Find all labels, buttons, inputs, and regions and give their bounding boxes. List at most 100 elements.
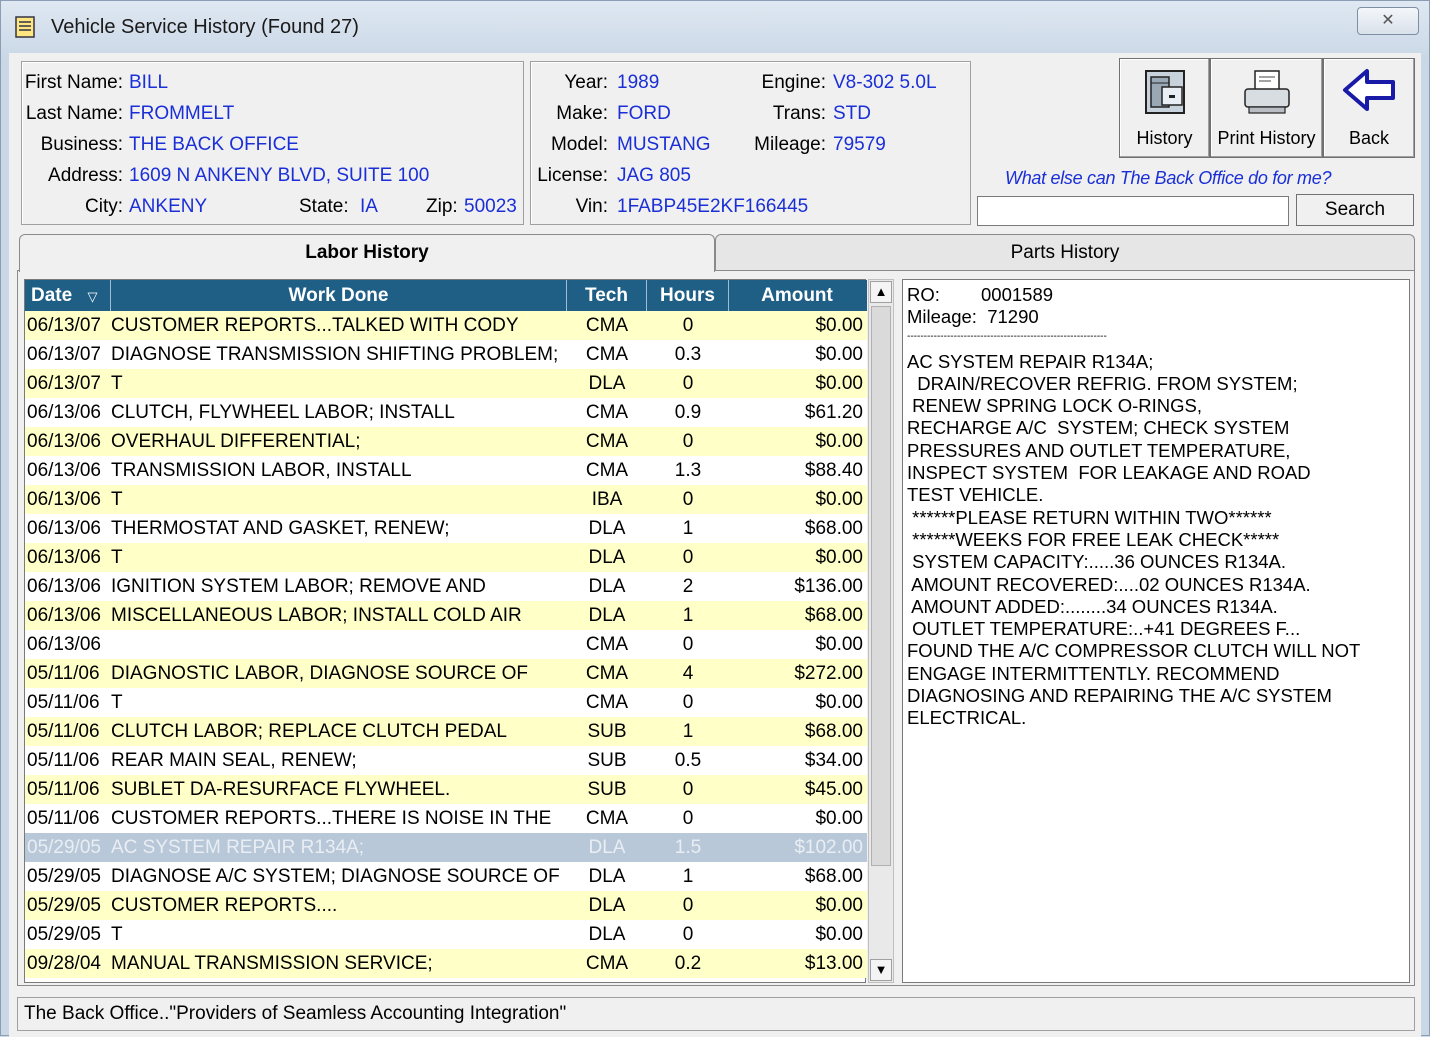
column-header-hours[interactable]: Hours xyxy=(647,280,729,311)
table-row[interactable]: 06/13/06 CLUTCH, FLYWHEEL LABOR; INSTALL C… xyxy=(25,398,867,427)
search-button[interactable]: Search xyxy=(1296,194,1414,226)
zip-value: 50023 xyxy=(464,196,517,217)
amount-cell: $0.00 xyxy=(815,431,863,452)
table-row[interactable]: 05/29/05 DIAGNOSE A/C SYSTEM; DIAGNOSE SO… xyxy=(25,862,867,891)
engine-value: V8-302 5.0L xyxy=(833,72,937,93)
zip-label: Zip: xyxy=(426,196,458,217)
table-row[interactable]: 05/11/06 T CMA 0 $0.00 xyxy=(25,688,867,717)
help-tagline-link[interactable]: What else can The Back Office do for me? xyxy=(1005,168,1331,189)
date-cell: 06/13/07 xyxy=(27,344,101,365)
table-row[interactable]: 06/13/06 T IBA 0 $0.00 xyxy=(25,485,867,514)
column-header-work-done[interactable]: Work Done xyxy=(111,280,567,311)
tech-cell: CMA xyxy=(585,402,629,423)
engine-label: Engine: xyxy=(761,72,826,93)
first-name-label: First Name: xyxy=(24,72,123,93)
table-row[interactable]: 09/28/04 MANUAL TRANSMISSION SERVICE; CMA… xyxy=(25,949,867,978)
table-row[interactable]: 06/13/06 TRANSMISSION LABOR, INSTALL CMA 1.… xyxy=(25,456,867,485)
table-row[interactable]: 05/29/05 AC SYSTEM REPAIR R134A; DLA 1.5 $10… xyxy=(25,833,867,862)
year-value: 1989 xyxy=(617,72,660,93)
table-row[interactable]: 05/11/06 DIAGNOSTIC LABOR, DIAGNOSE SOURC… xyxy=(25,659,867,688)
search-input[interactable] xyxy=(977,196,1289,226)
date-cell: 06/13/07 xyxy=(27,373,101,394)
hours-cell: 0 xyxy=(682,547,694,568)
tech-cell: CMA xyxy=(585,344,629,365)
date-header-label: Date xyxy=(31,285,73,306)
trans-label: Trans: xyxy=(772,103,826,124)
scroll-thumb[interactable] xyxy=(871,306,891,866)
amount-cell: $68.00 xyxy=(804,605,863,626)
table-row[interactable]: 06/13/06 T DLA 0 $0.00 xyxy=(25,543,867,572)
grid-header: Date ▽ Work Done Tech Hours Amount xyxy=(25,280,867,311)
detail-line: ----------------------------------------… xyxy=(907,330,1107,342)
print-history-button[interactable]: Print History xyxy=(1210,58,1323,158)
tech-cell: CMA xyxy=(585,808,629,829)
amount-cell: $0.00 xyxy=(815,489,863,510)
tech-cell: CMA xyxy=(585,315,629,336)
tab-parts-history[interactable]: Parts History xyxy=(715,234,1415,270)
address-label: Address: xyxy=(48,165,123,186)
back-button[interactable]: Back xyxy=(1323,58,1415,158)
make-value: FORD xyxy=(617,103,671,124)
scroll-down-icon[interactable]: ▼ xyxy=(870,959,892,981)
close-button[interactable]: ✕ xyxy=(1357,7,1419,35)
table-row[interactable]: 06/13/07 DIAGNOSE TRANSMISSION SHIFTING P… xyxy=(25,340,867,369)
work-done-cell: MISCELLANEOUS LABOR; INSTALL COLD AIR xyxy=(111,605,522,626)
state-value: IA xyxy=(360,196,378,217)
model-value: MUSTANG xyxy=(617,134,711,155)
work-done-cell: T xyxy=(111,924,123,945)
detail-line: Mileage: 71290 xyxy=(907,306,1039,328)
hours-cell: 0 xyxy=(682,895,694,916)
date-cell: 06/13/06 xyxy=(27,605,101,626)
table-row[interactable]: 06/13/07 CUSTOMER REPORTS...TALKED WITH C… xyxy=(25,311,867,340)
table-row[interactable]: 06/13/06 IGNITION SYSTEM LABOR; REMOVE AN… xyxy=(25,572,867,601)
detail-line: FOUND THE A/C COMPRESSOR CLUTCH WILL NOT xyxy=(907,640,1361,662)
table-row[interactable]: 05/11/06 SUBLET DA-RESURFACE FLYWHEEL. SUB… xyxy=(25,775,867,804)
grid-scrollbar[interactable]: ▲ ▼ xyxy=(868,279,894,983)
first-name-value: BILL xyxy=(129,72,169,93)
table-row[interactable]: 05/11/06 REAR MAIN SEAL, RENEW; SUB 0.5 $34.… xyxy=(25,746,867,775)
amount-cell: $136.00 xyxy=(794,576,863,597)
amount-cell: $61.20 xyxy=(804,402,863,423)
print-history-button-label: Print History xyxy=(1217,128,1316,148)
tech-cell: DLA xyxy=(588,895,626,916)
scroll-up-icon[interactable]: ▲ xyxy=(870,281,892,303)
table-row[interactable]: 06/13/06 MISCELLANEOUS LABOR; INSTALL COL… xyxy=(25,601,867,630)
detail-line: AC SYSTEM REPAIR R134A; xyxy=(907,350,1154,372)
table-row[interactable]: 06/13/06 CMA 0 $0.00 xyxy=(25,630,867,659)
tech-cell: SUB xyxy=(587,721,627,742)
title-bar: Vehicle Service History (Found 27) ✕ xyxy=(1,1,1429,53)
amount-cell: $88.40 xyxy=(804,460,863,481)
hours-cell: 1 xyxy=(682,721,694,742)
tech-cell: CMA xyxy=(585,663,629,684)
table-row[interactable]: 06/13/07 T DLA 0 $0.00 xyxy=(25,369,867,398)
table-row[interactable]: 06/13/06 THERMOSTAT AND GASKET, RENEW; DLA… xyxy=(25,514,867,543)
make-label: Make: xyxy=(556,103,608,124)
amount-cell: $0.00 xyxy=(815,692,863,713)
table-row[interactable]: 05/11/06 CLUTCH LABOR; REPLACE CLUTCH PED… xyxy=(25,717,867,746)
city-value: ANKENY xyxy=(129,196,208,217)
column-header-amount[interactable]: Amount xyxy=(729,280,865,311)
table-row[interactable]: 05/11/06 CUSTOMER REPORTS...THERE IS NOIS… xyxy=(25,804,867,833)
table-row[interactable]: 05/29/05 T DLA 0 $0.00 xyxy=(25,920,867,949)
hours-cell: 2 xyxy=(682,576,694,597)
column-header-tech[interactable]: Tech xyxy=(567,280,647,311)
business-label: Business: xyxy=(40,134,123,155)
amount-cell: $0.00 xyxy=(815,373,863,394)
amount-cell: $0.00 xyxy=(815,634,863,655)
detail-line: AMOUNT ADDED:........34 OUNCES R134A. xyxy=(907,595,1278,617)
vehicle-service-history-window: Vehicle Service History (Found 27) ✕ Fir… xyxy=(0,0,1430,1037)
column-header-date[interactable]: Date ▽ xyxy=(25,280,111,311)
amount-cell: $68.00 xyxy=(804,866,863,887)
work-done-cell: SUBLET DA-RESURFACE FLYWHEEL. xyxy=(111,779,451,800)
detail-line: ENGAGE INTERMITTENTLY. RECOMMEND xyxy=(907,662,1280,684)
table-row[interactable]: 05/29/05 CUSTOMER REPORTS.... DLA 0 $0.00 xyxy=(25,891,867,920)
hours-cell: 0 xyxy=(682,373,694,394)
license-label: License: xyxy=(537,165,608,186)
table-row[interactable]: 06/13/06 OVERHAUL DIFFERENTIAL; CMA 0 $0.00 xyxy=(25,427,867,456)
tab-labor-history[interactable]: Labor History xyxy=(19,234,715,272)
work-done-cell: CUSTOMER REPORTS...TALKED WITH CODY xyxy=(111,315,519,336)
date-cell: 06/13/06 xyxy=(27,489,101,510)
detail-line: ELECTRICAL. xyxy=(907,707,1027,729)
history-button[interactable]: History xyxy=(1119,58,1210,158)
tech-cell: DLA xyxy=(588,576,626,597)
